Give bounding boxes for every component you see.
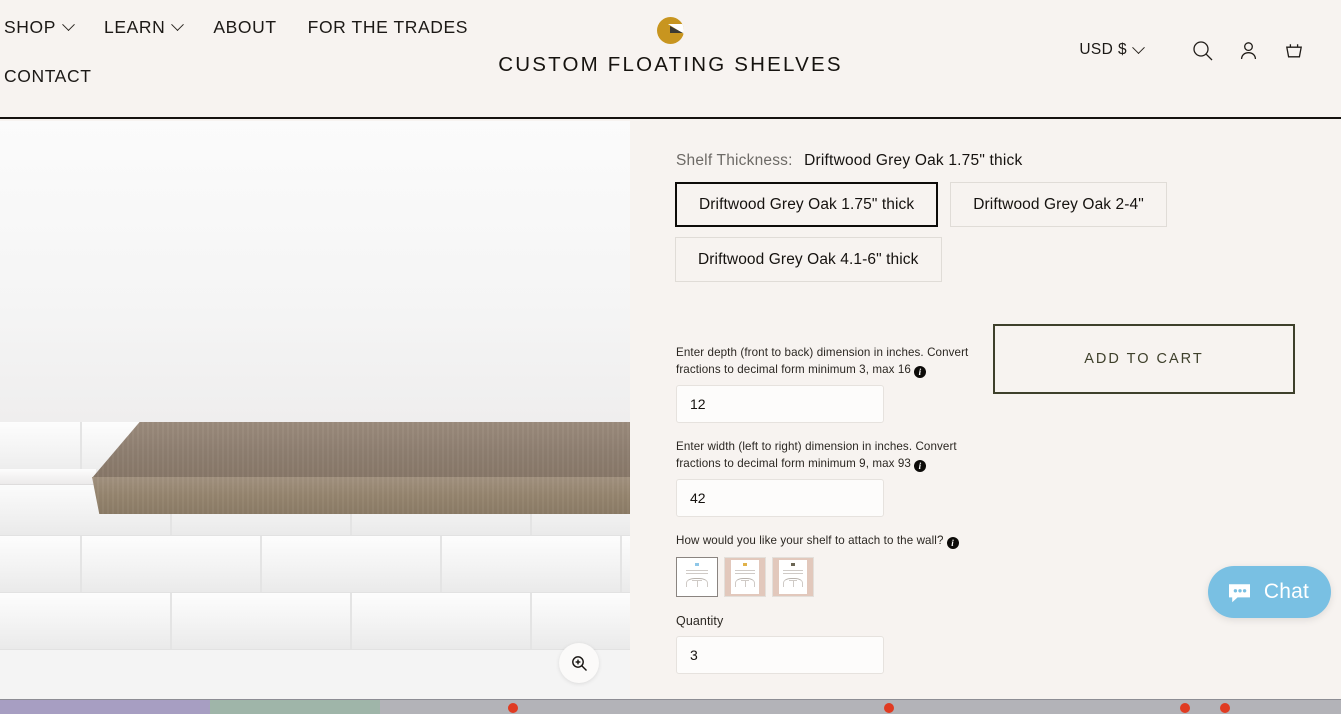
currency-label: USD $ xyxy=(1079,41,1127,58)
site-header: SHOP LEARN ABOUT FOR THE TRADES CONTACT … xyxy=(0,0,1341,119)
width-field-label: Enter width (left to right) dimension in… xyxy=(676,439,976,472)
nav-item-shop[interactable]: SHOP xyxy=(4,10,75,44)
shelf-circle-logo-icon xyxy=(657,17,684,44)
account-icon[interactable] xyxy=(1231,33,1265,67)
shelf-thickness-summary: Shelf Thickness: Driftwood Grey Oak 1.75… xyxy=(676,152,1022,170)
nav-item-contact[interactable]: CONTACT xyxy=(4,59,91,93)
width-input[interactable] xyxy=(676,479,884,517)
nav-item-label: CONTACT xyxy=(4,65,92,86)
chevron-down-icon xyxy=(1132,40,1145,54)
magnifier-plus-icon[interactable] xyxy=(559,643,599,683)
taskbar-strip[interactable] xyxy=(0,699,1341,714)
depth-field-group: Enter depth (front to back) dimension in… xyxy=(676,345,976,423)
product-photo xyxy=(0,121,630,699)
attachment-swatch-2[interactable] xyxy=(724,556,766,597)
main-navigation: SHOP LEARN ABOUT FOR THE TRADES CONTACT xyxy=(4,10,604,93)
depth-input[interactable] xyxy=(676,385,884,423)
cart-icon[interactable] xyxy=(1277,33,1311,67)
header-actions: USD $ xyxy=(1071,33,1311,67)
nav-item-label: ABOUT xyxy=(213,16,277,37)
photo-counter-edge xyxy=(0,469,96,485)
product-form: Enter depth (front to back) dimension in… xyxy=(676,345,976,690)
photo-floating-shelf xyxy=(92,422,630,514)
nav-item-learn[interactable]: LEARN xyxy=(104,10,185,44)
shelf-thickness-options: Driftwood Grey Oak 1.75" thick Driftwood… xyxy=(675,182,1215,282)
shelf-thickness-label: Shelf Thickness: xyxy=(676,152,793,169)
info-icon[interactable]: i xyxy=(913,459,926,472)
nav-item-label: FOR THE TRADES xyxy=(307,16,469,37)
chevron-down-icon xyxy=(171,17,185,31)
info-icon[interactable]: i xyxy=(946,537,959,549)
attachment-label-text: How would you like your shelf to attach … xyxy=(676,534,944,547)
chat-label: Chat xyxy=(1263,580,1309,603)
attachment-swatches xyxy=(676,556,976,597)
quantity-input[interactable] xyxy=(676,636,884,674)
depth-field-label: Enter depth (front to back) dimension in… xyxy=(676,345,976,378)
add-to-cart-button[interactable]: ADD TO CART xyxy=(993,324,1295,394)
thickness-option-1[interactable]: Driftwood Grey Oak 1.75" thick xyxy=(675,182,939,227)
attachment-field-group: How would you like your shelf to attach … xyxy=(676,533,976,597)
quantity-field-label: Quantity xyxy=(676,613,724,628)
quantity-field-group: Quantity xyxy=(676,613,976,674)
shopify-chat-button[interactable]: Chat xyxy=(1207,566,1331,618)
chat-bubble-icon xyxy=(1228,583,1250,602)
attachment-swatch-3[interactable] xyxy=(772,556,814,597)
currency-selector[interactable]: USD $ xyxy=(1071,35,1151,65)
thickness-option-2[interactable]: Driftwood Grey Oak 2-4" xyxy=(950,182,1167,227)
product-page: SHOP LEARN ABOUT FOR THE TRADES CONTACT … xyxy=(0,0,1341,714)
shelf-thickness-value: Driftwood Grey Oak 1.75" thick xyxy=(804,152,1023,169)
info-icon[interactable]: i xyxy=(913,365,926,378)
nav-item-label: LEARN xyxy=(104,16,166,37)
thickness-option-3[interactable]: Driftwood Grey Oak 4.1-6" thick xyxy=(675,237,942,282)
nav-item-label: SHOP xyxy=(4,16,56,37)
nav-item-for-the-trades[interactable]: FOR THE TRADES xyxy=(308,10,468,44)
search-icon[interactable] xyxy=(1185,33,1219,67)
product-gallery[interactable] xyxy=(0,121,630,699)
nav-item-about[interactable]: ABOUT xyxy=(213,10,276,44)
photo-wall xyxy=(0,121,630,422)
attachment-field-label: How would you like your shelf to attach … xyxy=(676,533,976,550)
chevron-down-icon xyxy=(62,17,75,31)
attachment-swatch-1[interactable] xyxy=(676,556,718,597)
width-field-group: Enter width (left to right) dimension in… xyxy=(676,439,976,517)
